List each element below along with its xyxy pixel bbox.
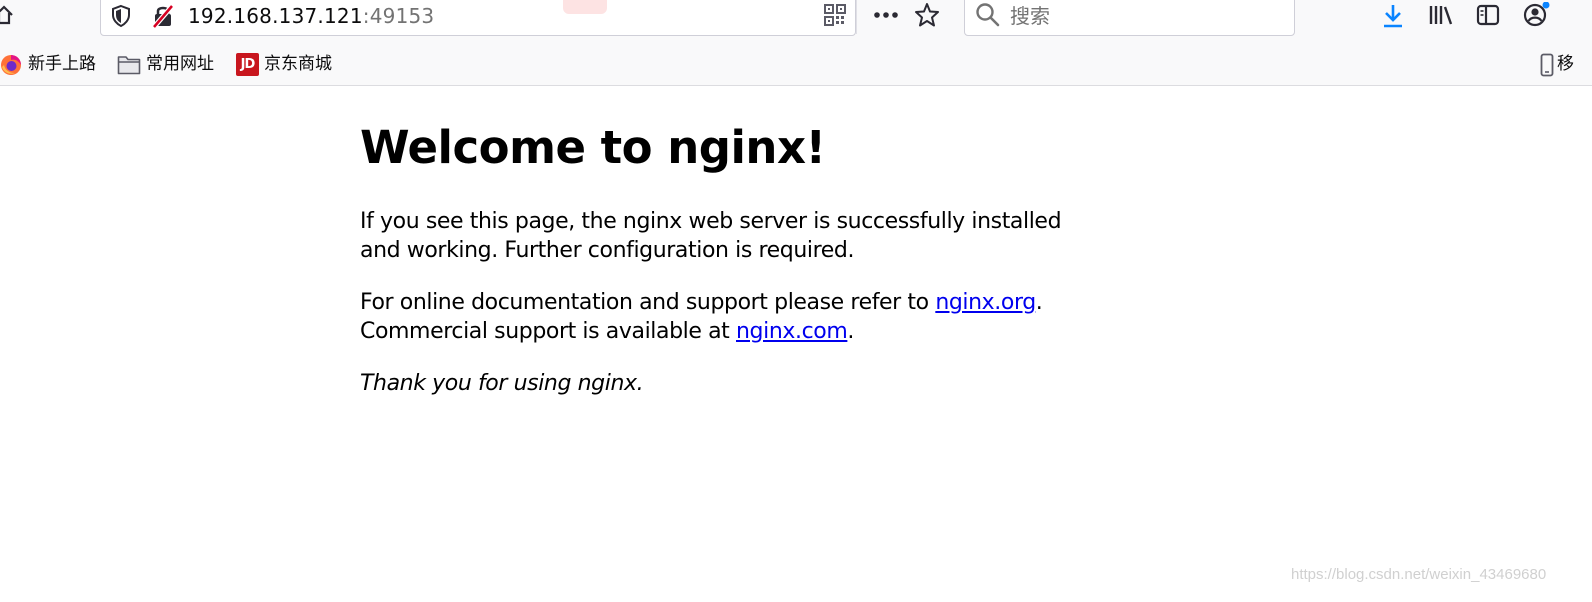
sidebar-icon[interactable] <box>1476 4 1500 26</box>
folder-icon[interactable] <box>117 54 141 75</box>
account-icon[interactable] <box>1522 2 1552 28</box>
thanks-paragraph: Thank you for using nginx. <box>360 369 644 398</box>
thanks-text: Thank you for using nginx. <box>360 371 644 396</box>
intro-paragraph: If you see this page, the nginx web serv… <box>360 209 1062 263</box>
qr-code-icon[interactable] <box>824 4 846 26</box>
support-paragraph: For online documentation and support ple… <box>360 288 1120 346</box>
search-icon <box>976 3 1000 27</box>
star-icon[interactable] <box>914 2 940 28</box>
insecure-lock-icon[interactable] <box>151 3 175 29</box>
nginx-org-link[interactable]: nginx.org <box>935 290 1036 315</box>
download-icon[interactable] <box>1381 3 1405 29</box>
jd-icon[interactable]: JD <box>236 53 259 76</box>
highlight-pill <box>563 0 607 14</box>
support-text-2: . <box>1035 290 1043 315</box>
support-text-3: Commercial support is available at <box>360 319 736 344</box>
watermark: https://blog.csdn.net/weixin_43469680 <box>1291 566 1547 583</box>
bookmark-mobile[interactable]: 移 <box>1557 53 1574 75</box>
url-host: 192.168.137.121 <box>188 4 363 28</box>
nginx-com-link[interactable]: nginx.com <box>736 319 848 344</box>
home-icon[interactable] <box>0 4 14 26</box>
firefox-icon[interactable] <box>0 54 22 76</box>
page-content: Welcome to nginx! If you see this page, … <box>360 118 1120 396</box>
more-dots-icon[interactable] <box>873 10 899 20</box>
shield-icon[interactable] <box>110 4 132 28</box>
urlbar-separator <box>856 0 857 34</box>
url-text[interactable]: 192.168.137.121:49153 <box>188 4 434 28</box>
bookmark-common-sites[interactable]: 常用网址 <box>146 53 214 75</box>
url-port: :49153 <box>362 4 435 28</box>
bookmark-newbie[interactable]: 新手上路 <box>28 53 96 75</box>
bookmark-jd-mall[interactable]: 京东商城 <box>264 53 332 75</box>
search-placeholder[interactable]: 搜索 <box>1010 4 1050 28</box>
mobile-icon[interactable] <box>1540 53 1554 77</box>
page-title: Welcome to nginx! <box>360 121 826 174</box>
support-text-1: For online documentation and support ple… <box>360 290 936 315</box>
support-text-4: . <box>847 319 854 344</box>
library-icon[interactable] <box>1428 4 1454 26</box>
